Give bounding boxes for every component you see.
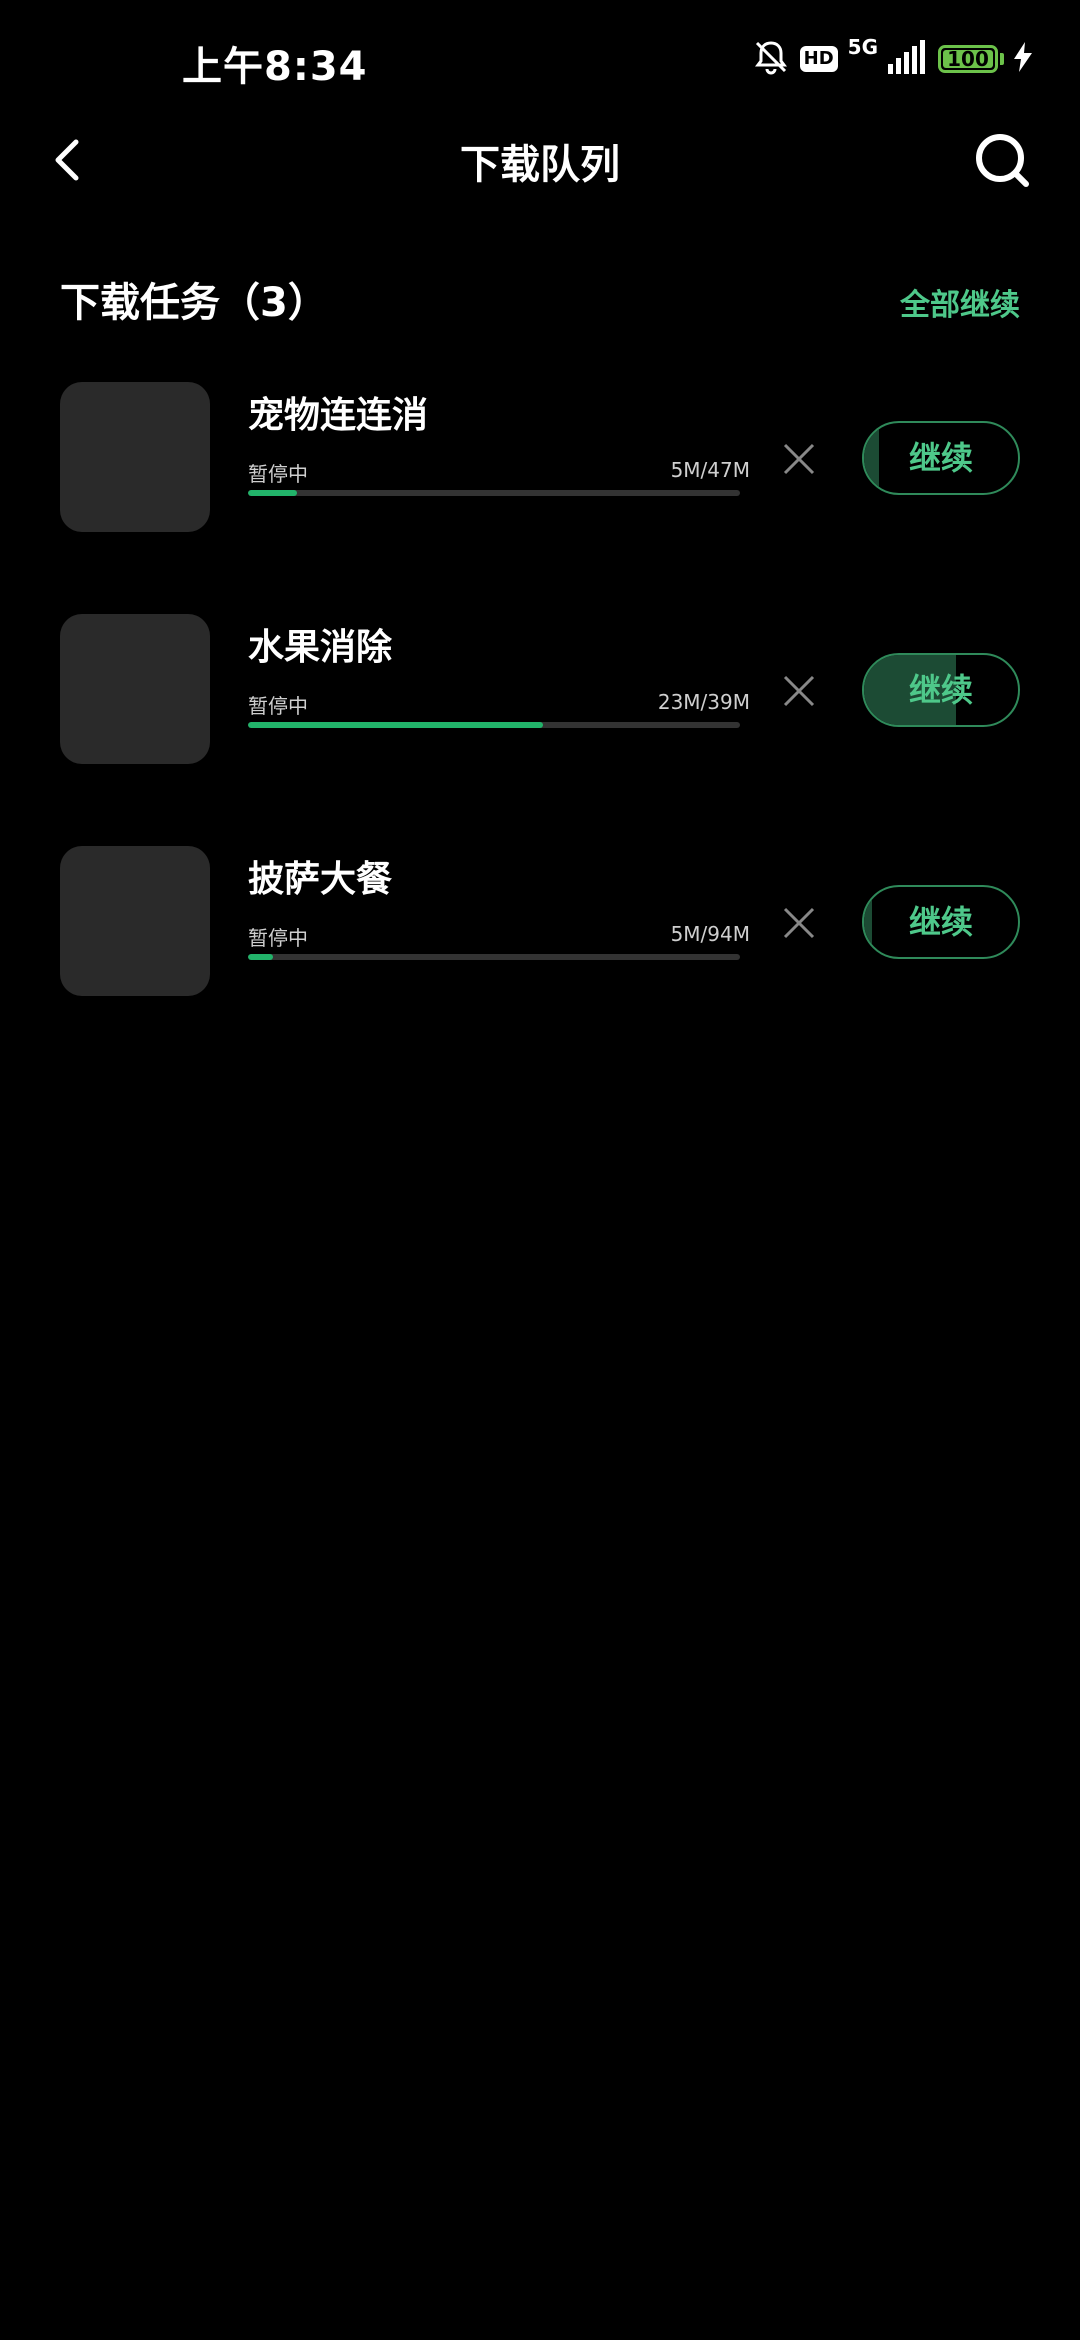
app-name: 水果消除 <box>248 627 393 668</box>
resume-label: 继续 <box>908 439 973 477</box>
progress-fill <box>248 722 544 728</box>
search-button[interactable] <box>968 126 1036 194</box>
download-state: 暂停中 <box>248 926 308 950</box>
download-item: 水果消除 暂停中 23M/39M 继续 <box>0 614 1080 766</box>
battery-indicator: 100 <box>938 45 1004 73</box>
close-icon <box>783 907 815 939</box>
app-name: 披萨大餐 <box>248 859 393 900</box>
network-type: 5G <box>847 35 878 59</box>
charging-icon <box>1014 42 1032 76</box>
signal-icon <box>888 40 928 78</box>
download-size: 23M/39M <box>657 690 750 714</box>
battery-level: 100 <box>947 47 989 71</box>
cancel-download-button[interactable] <box>780 672 818 710</box>
resume-label: 继续 <box>908 671 973 709</box>
resume-button[interactable]: 继续 <box>862 885 1020 959</box>
status-time: 上午8:34 <box>182 44 368 90</box>
status-bar: 上午8:34 HD 5G 100 <box>0 0 1080 120</box>
resume-label: 继续 <box>908 903 973 941</box>
progress-bar <box>248 490 740 496</box>
download-item: 披萨大餐 暂停中 5M/94M 继续 <box>0 846 1080 998</box>
header: 下载队列 <box>0 120 1080 200</box>
page-title: 下载队列 <box>460 142 620 188</box>
download-size: 5M/94M <box>670 922 750 946</box>
progress-fill <box>248 490 298 496</box>
app-name: 宠物连连消 <box>248 395 429 436</box>
app-thumbnail <box>60 382 210 532</box>
cancel-download-button[interactable] <box>780 904 818 942</box>
download-size: 5M/47M <box>670 458 750 482</box>
close-icon <box>783 675 815 707</box>
section-title: 下载任务（3） <box>60 280 328 326</box>
app-thumbnail <box>60 614 210 764</box>
progress-bar <box>248 954 740 960</box>
cancel-download-button[interactable] <box>780 440 818 478</box>
resume-all-button[interactable]: 全部继续 <box>900 280 1020 324</box>
resume-button[interactable]: 继续 <box>862 421 1020 495</box>
app-thumbnail <box>60 846 210 996</box>
download-state: 暂停中 <box>248 462 308 486</box>
mute-bell-icon <box>752 38 790 80</box>
status-icons: HD 5G 100 <box>752 35 1032 80</box>
close-icon <box>783 443 815 475</box>
progress-fill <box>248 954 273 960</box>
search-icon <box>976 134 1029 187</box>
download-state: 暂停中 <box>248 694 308 718</box>
download-item: 宠物连连消 暂停中 5M/47M 继续 <box>0 382 1080 534</box>
hd-badge: HD <box>799 46 838 72</box>
resume-button[interactable]: 继续 <box>862 653 1020 727</box>
progress-bar <box>248 722 740 728</box>
